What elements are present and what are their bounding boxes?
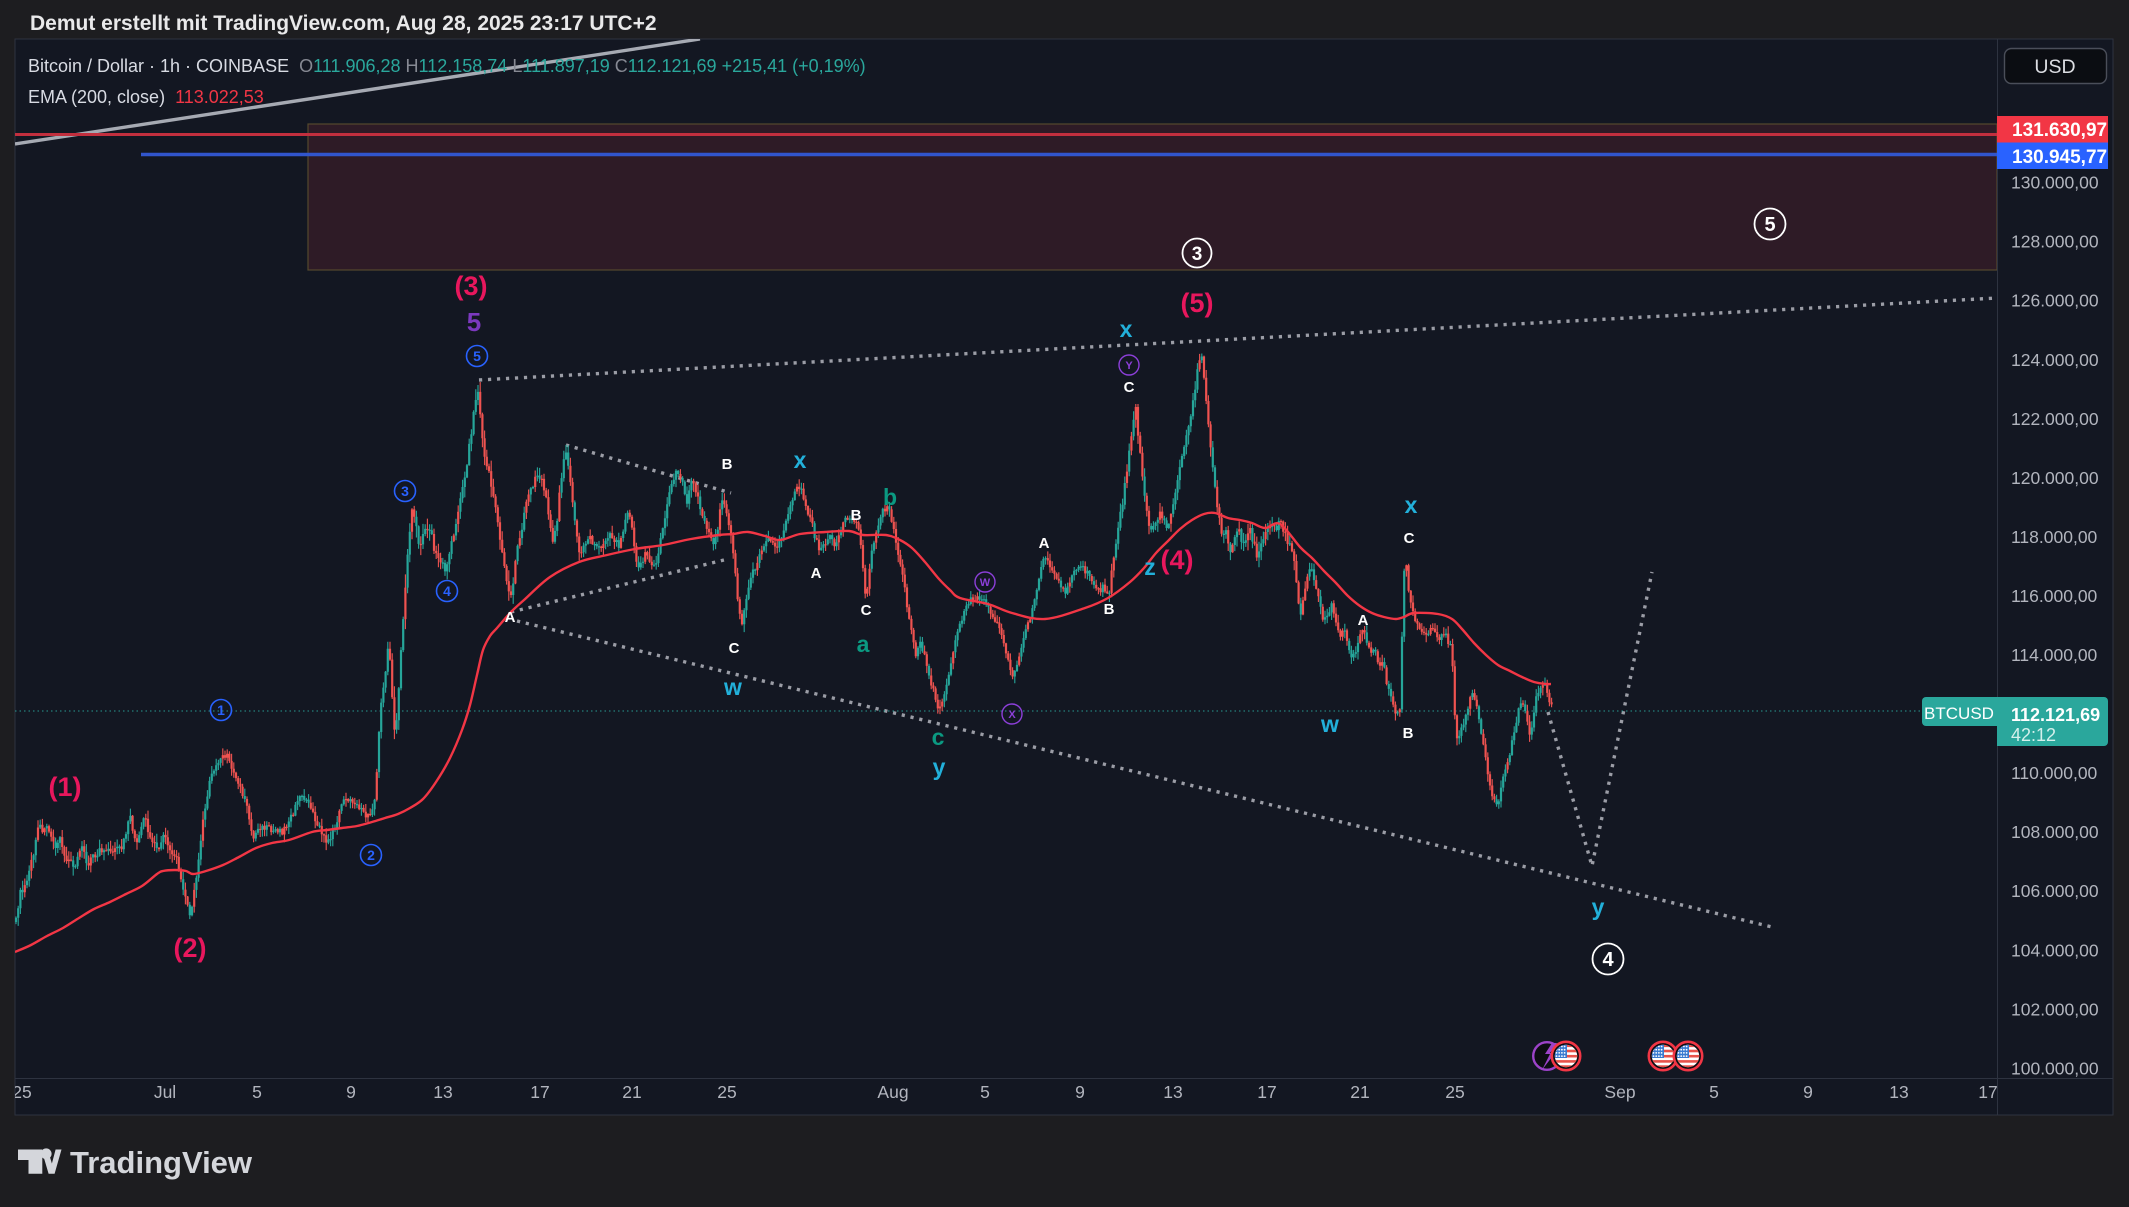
svg-text:106.000,00: 106.000,00 [2011, 881, 2099, 901]
svg-text:3: 3 [1192, 244, 1203, 265]
svg-text:BTCUSD: BTCUSD [1924, 704, 1994, 723]
svg-text:A: A [1358, 612, 1369, 629]
svg-text:5: 5 [473, 348, 481, 364]
svg-text:110.000,00: 110.000,00 [2011, 763, 2098, 783]
svg-text:25: 25 [717, 1082, 736, 1102]
svg-text:A: A [811, 565, 822, 582]
svg-text:y: y [1592, 894, 1605, 920]
svg-text:17: 17 [530, 1082, 549, 1102]
svg-text:4: 4 [443, 583, 451, 599]
svg-text:21: 21 [622, 1082, 641, 1102]
svg-text:25: 25 [1445, 1082, 1464, 1102]
svg-text:128.000,00: 128.000,00 [2011, 232, 2099, 252]
svg-text:(3): (3) [455, 271, 488, 301]
svg-text:Sep: Sep [1604, 1082, 1635, 1102]
svg-text:17: 17 [1257, 1082, 1276, 1102]
svg-text:x: x [1120, 316, 1133, 342]
svg-text:Bitcoin / Dollar · 1h · COINBA: Bitcoin / Dollar · 1h · COINBASE O111.90… [28, 56, 866, 76]
svg-text:(1): (1) [49, 772, 82, 802]
svg-text:122.000,00: 122.000,00 [2011, 409, 2099, 429]
svg-text:A: A [505, 609, 516, 626]
svg-text:c: c [932, 724, 945, 750]
svg-text:(5): (5) [1181, 288, 1214, 318]
svg-text:a: a [857, 631, 870, 657]
svg-text:X: X [1008, 709, 1016, 721]
svg-text:3: 3 [401, 483, 409, 499]
svg-text:TradingView: TradingView [70, 1145, 253, 1180]
svg-text:112.121,69: 112.121,69 [2011, 705, 2100, 725]
svg-text:13: 13 [1889, 1082, 1908, 1102]
svg-text:9: 9 [346, 1082, 356, 1102]
svg-text:b: b [883, 484, 897, 510]
svg-text:w: w [723, 674, 742, 700]
svg-text:x: x [794, 447, 807, 473]
svg-text:100.000,00: 100.000,00 [2011, 1058, 2099, 1078]
svg-text:B: B [1104, 601, 1115, 618]
svg-text:114.000,00: 114.000,00 [2011, 645, 2098, 665]
svg-text:USD: USD [2034, 56, 2075, 78]
svg-text:5: 5 [1709, 1082, 1719, 1102]
svg-text:131.630,97: 131.630,97 [2012, 120, 2107, 141]
svg-text:102.000,00: 102.000,00 [2011, 999, 2099, 1019]
svg-text:124.000,00: 124.000,00 [2011, 350, 2099, 370]
svg-text:Demut erstellt mit TradingView: Demut erstellt mit TradingView.com, Aug … [30, 12, 657, 35]
svg-text:(2): (2) [174, 933, 207, 963]
svg-text:4: 4 [1602, 949, 1614, 971]
svg-text:130.945,77: 130.945,77 [2012, 147, 2107, 168]
svg-text:x: x [1405, 492, 1418, 518]
svg-text:126.000,00: 126.000,00 [2011, 291, 2099, 311]
svg-text:5: 5 [1764, 214, 1775, 236]
svg-text:z: z [1144, 554, 1156, 580]
svg-text:116.000,00: 116.000,00 [2011, 586, 2098, 606]
svg-text:Y: Y [1125, 360, 1133, 372]
svg-text:1: 1 [217, 702, 225, 718]
svg-text:W: W [980, 577, 991, 589]
svg-text:C: C [1404, 530, 1415, 547]
svg-text:108.000,00: 108.000,00 [2011, 822, 2099, 842]
svg-text:9: 9 [1075, 1082, 1085, 1102]
svg-text:25: 25 [12, 1082, 31, 1102]
svg-text:C: C [1124, 379, 1135, 396]
svg-text:B: B [1403, 725, 1414, 742]
svg-text:13: 13 [1163, 1082, 1182, 1102]
svg-text:21: 21 [1350, 1082, 1369, 1102]
svg-text:Aug: Aug [877, 1082, 908, 1102]
svg-text:C: C [729, 640, 740, 657]
svg-text:9: 9 [1803, 1082, 1813, 1102]
svg-text:Jul: Jul [154, 1082, 176, 1102]
svg-text:130.000,00: 130.000,00 [2011, 173, 2099, 193]
svg-text:118.000,00: 118.000,00 [2011, 527, 2098, 547]
svg-text:17: 17 [1978, 1082, 1997, 1102]
svg-text:5: 5 [467, 307, 481, 337]
svg-text:5: 5 [980, 1082, 990, 1102]
svg-text:A: A [1039, 535, 1050, 552]
svg-text:EMA (200, close) 113.022,53: EMA (200, close) 113.022,53 [28, 87, 264, 107]
svg-text:y: y [933, 754, 946, 780]
svg-text:2: 2 [367, 847, 375, 863]
svg-text:B: B [722, 456, 733, 473]
svg-text:42:12: 42:12 [2011, 725, 2056, 745]
svg-text:C: C [861, 602, 872, 619]
svg-text:B: B [851, 507, 862, 524]
svg-text:120.000,00: 120.000,00 [2011, 468, 2099, 488]
svg-text:13: 13 [433, 1082, 452, 1102]
svg-text:(4): (4) [1161, 545, 1194, 575]
svg-text:w: w [1320, 711, 1339, 737]
svg-text:104.000,00: 104.000,00 [2011, 940, 2099, 960]
svg-text:5: 5 [252, 1082, 262, 1102]
